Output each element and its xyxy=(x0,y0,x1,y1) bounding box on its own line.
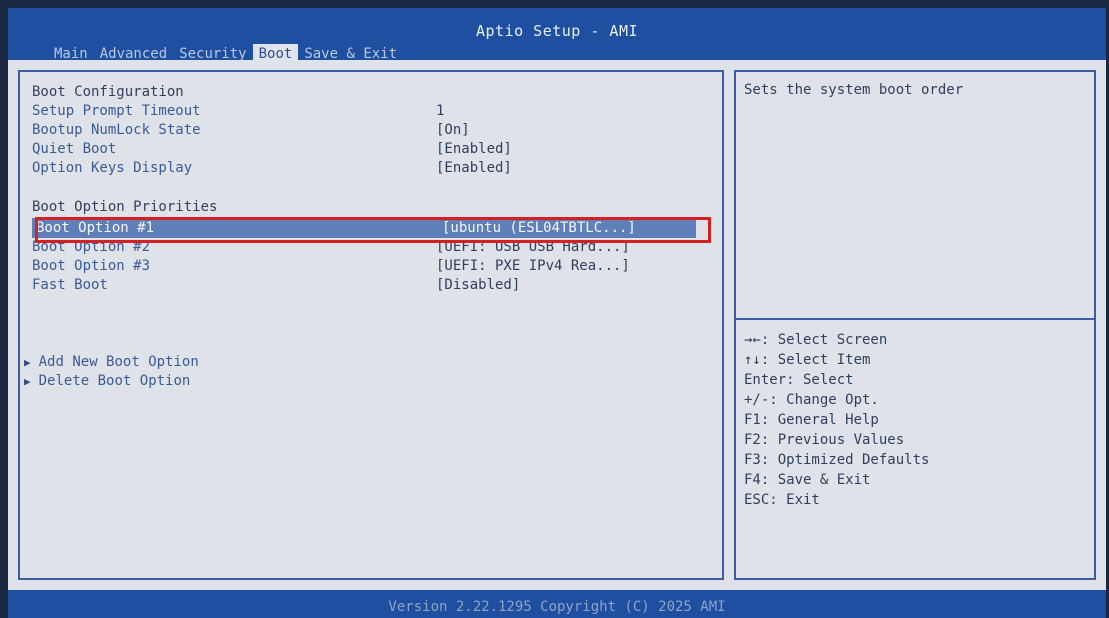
section-label: Boot Option Priorities xyxy=(32,199,218,215)
setting-boot-option-1[interactable]: Boot Option #1 [ubuntu (ESL04TBTLC...] xyxy=(32,218,696,238)
submenu-arrow-icon: ▶ xyxy=(24,375,31,388)
section-boot-configuration: Boot Configuration xyxy=(32,82,702,102)
app-title: Aptio Setup - AMI xyxy=(475,22,639,40)
key-help-f1: F1: General Help xyxy=(744,412,879,428)
setting-boot-option-2[interactable]: Boot Option #2 [UEFI: USB USB Hard...] xyxy=(32,237,702,257)
setting-quiet-boot[interactable]: Quiet Boot [Enabled] xyxy=(32,139,702,159)
setting-value[interactable]: [Enabled] xyxy=(436,139,512,159)
setting-label: Boot Option #3 xyxy=(32,258,151,274)
submenu-label: Add New Boot Option xyxy=(38,354,199,370)
setting-label: Boot Option #2 xyxy=(32,239,151,255)
setting-value[interactable]: [UEFI: PXE IPv4 Rea...] xyxy=(436,256,630,276)
section-boot-option-priorities: Boot Option Priorities xyxy=(32,197,702,217)
submenu-delete-boot-option[interactable]: ▶ Delete Boot Option xyxy=(24,371,190,392)
submenu-add-new-boot-option[interactable]: ▶ Add New Boot Option xyxy=(24,352,199,373)
setting-value[interactable]: [ubuntu (ESL04TBTLC...] xyxy=(442,218,636,238)
key-help-select-item: ↑↓: Select Item xyxy=(744,352,871,368)
setting-value[interactable]: 1 xyxy=(436,101,444,121)
key-help-esc: ESC: Exit xyxy=(744,492,820,508)
setting-label: Boot Option #1 xyxy=(36,220,155,236)
setting-boot-option-3[interactable]: Boot Option #3 [UEFI: PXE IPv4 Rea...] xyxy=(32,256,702,276)
key-help-f4: F4: Save & Exit xyxy=(744,472,871,488)
submenu-label: Delete Boot Option xyxy=(38,373,191,389)
key-help-enter: Enter: Select xyxy=(744,372,854,388)
key-help-f2: F2: Previous Values xyxy=(744,432,905,448)
title-bar: Aptio Setup - AMI Main Advanced Security… xyxy=(8,8,1106,64)
help-divider xyxy=(736,318,1094,320)
setting-option-keys-display[interactable]: Option Keys Display [Enabled] xyxy=(32,158,702,178)
key-help-change-opt: +/-: Change Opt. xyxy=(744,392,879,408)
key-help-select-screen: →←: Select Screen xyxy=(744,332,888,348)
key-help-list: →←: Select Screen ↑↓: Select Item Enter:… xyxy=(744,330,929,510)
setting-bootup-numlock-state[interactable]: Bootup NumLock State [On] xyxy=(32,120,702,140)
help-description: Sets the system boot order xyxy=(744,82,964,98)
setting-label: Option Keys Display xyxy=(32,160,193,176)
setup-panel: Boot Configuration Setup Prompt Timeout … xyxy=(8,60,1106,590)
setting-label: Bootup NumLock State xyxy=(32,122,201,138)
setting-label: Fast Boot xyxy=(32,277,108,293)
footer-bar: Version 2.22.1295 Copyright (C) 2025 AMI xyxy=(8,590,1106,618)
submenu-arrow-icon: ▶ xyxy=(24,356,31,369)
setting-value[interactable]: [On] xyxy=(436,120,470,140)
key-help-f3: F3: Optimized Defaults xyxy=(744,452,930,468)
setting-fast-boot[interactable]: Fast Boot [Disabled] xyxy=(32,275,702,295)
section-label: Boot Configuration xyxy=(32,84,184,100)
setting-label: Setup Prompt Timeout xyxy=(32,103,201,119)
setting-value[interactable]: [UEFI: USB USB Hard...] xyxy=(436,237,630,257)
setting-label: Quiet Boot xyxy=(32,141,117,157)
setting-value[interactable]: [Enabled] xyxy=(436,158,512,178)
version-text: Version 2.22.1295 Copyright (C) 2025 AMI xyxy=(388,599,726,615)
setting-setup-prompt-timeout[interactable]: Setup Prompt Timeout 1 xyxy=(32,101,702,121)
setting-value[interactable]: [Disabled] xyxy=(436,275,520,295)
